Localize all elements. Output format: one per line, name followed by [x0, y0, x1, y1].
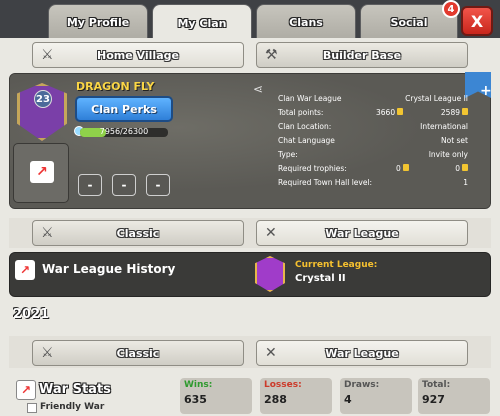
home-village-label: Home Village: [97, 48, 179, 62]
friendly-war-label: Friendly War: [40, 402, 105, 412]
clan-perks-button[interactable]: Clan Perks: [75, 96, 173, 122]
wins-value: 635: [184, 393, 207, 406]
total-value: 927: [422, 393, 445, 406]
stat-required-townhall: Required Town Hall level: 1: [278, 178, 468, 190]
wins-stat: Wins: 635: [180, 378, 252, 414]
classic-button-2[interactable]: ⚔ Classic: [32, 340, 244, 366]
war-league-button-2[interactable]: ✕ War League: [256, 340, 468, 366]
classic-label: Classic: [116, 226, 160, 240]
friendly-war-checkbox[interactable]: [27, 403, 37, 413]
stat-label: Required Town Hall level:: [278, 178, 373, 187]
draws-value: 4: [344, 393, 352, 406]
stat-label: Total points:: [278, 108, 324, 117]
stat-label: Required trophies:: [278, 164, 347, 173]
crossed-swords-icon: ✕: [265, 345, 277, 361]
stat-total-points: Total points: 3660 2589: [278, 108, 468, 120]
stat-chat-language: Chat Language Not set: [278, 136, 468, 148]
chart-icon: ↗: [30, 161, 54, 183]
stat-value-home: 0: [396, 164, 409, 173]
sword-icon: ⚔: [41, 47, 54, 63]
sword-icon: ⚔: [41, 345, 54, 361]
clan-slot-3[interactable]: -: [146, 174, 170, 196]
stat-value-home: 3660: [376, 108, 404, 117]
stat-value-builder: 0: [455, 164, 468, 173]
stat-clan-location: Clan Location: International: [278, 122, 468, 134]
war-league-label: War League: [325, 346, 399, 360]
clan-xp-text: 7956/26300: [99, 127, 149, 136]
current-league-label: Current League:: [295, 260, 378, 270]
classic-button[interactable]: ⚔ Classic: [32, 220, 244, 246]
chart-icon: ↗: [16, 380, 36, 400]
stat-value: Crystal League II: [405, 94, 468, 103]
stat-value: Invite only: [428, 150, 468, 159]
tab-my-clan[interactable]: My Clan: [152, 4, 252, 42]
losses-stat: Losses: 288: [260, 378, 332, 414]
draws-label: Draws:: [344, 380, 380, 390]
war-stats-title: War Stats: [39, 382, 111, 397]
stat-war-league: Clan War League Crystal League II: [278, 94, 468, 106]
clan-stats-box[interactable]: ↗: [13, 143, 69, 203]
stat-label: Chat Language: [278, 136, 335, 145]
notification-badge: 4: [442, 0, 460, 18]
war-league-label: War League: [325, 226, 399, 240]
clan-slot-2[interactable]: -: [112, 174, 136, 196]
losses-label: Losses:: [264, 380, 302, 390]
chart-icon: ↗: [15, 260, 35, 280]
war-league-history-panel: ↗ War League History Current League: Cry…: [9, 252, 491, 297]
clan-level: 23: [34, 90, 52, 108]
stat-value-builder: 2589: [441, 108, 468, 117]
total-label: Total:: [422, 380, 451, 390]
trophy-icon: [462, 164, 468, 171]
share-icon[interactable]: ⋖: [253, 82, 263, 96]
trophy-icon: [402, 164, 409, 171]
trophy-icon: [397, 108, 404, 115]
year-header: 2021: [13, 307, 50, 322]
war-league-button[interactable]: ✕ War League: [256, 220, 468, 246]
war-league-history-title: War League History: [42, 262, 176, 276]
crystal-league-icon: [255, 256, 285, 292]
clan-name: DRAGON FLY: [76, 80, 155, 93]
stat-value: Not set: [441, 136, 468, 145]
wins-label: Wins:: [184, 380, 213, 390]
losses-value: 288: [264, 393, 287, 406]
stat-required-trophies: Required trophies: 0 0: [278, 164, 468, 176]
stat-type: Type: Invite only: [278, 150, 468, 162]
tab-my-profile[interactable]: My Profile: [48, 4, 148, 40]
axes-icon: ⚒: [265, 47, 278, 63]
builder-base-label: Builder Base: [322, 48, 402, 62]
builder-base-button[interactable]: ⚒ Builder Base: [256, 42, 468, 68]
sword-icon: ⚔: [41, 225, 54, 241]
plus-icon[interactable]: +: [480, 83, 492, 99]
clan-xp-bar: 7956/26300: [80, 127, 168, 137]
stat-label: Clan Location:: [278, 122, 332, 131]
total-stat: Total: 927: [418, 378, 490, 414]
home-village-button[interactable]: ⚔ Home Village: [32, 42, 244, 68]
stat-label: Type:: [278, 150, 298, 159]
stat-value: International: [420, 122, 468, 131]
close-button[interactable]: X: [461, 6, 493, 36]
current-league-value: Crystal II: [295, 273, 346, 284]
stat-value: 1: [463, 178, 468, 187]
stat-label: Clan War League: [278, 94, 342, 103]
classic-label: Classic: [116, 346, 160, 360]
tab-clans[interactable]: Clans: [256, 4, 356, 40]
trophy-icon: [462, 108, 468, 115]
clan-slot-1[interactable]: -: [78, 174, 102, 196]
draws-stat: Draws: 4: [340, 378, 412, 414]
crossed-swords-icon: ✕: [265, 225, 277, 241]
